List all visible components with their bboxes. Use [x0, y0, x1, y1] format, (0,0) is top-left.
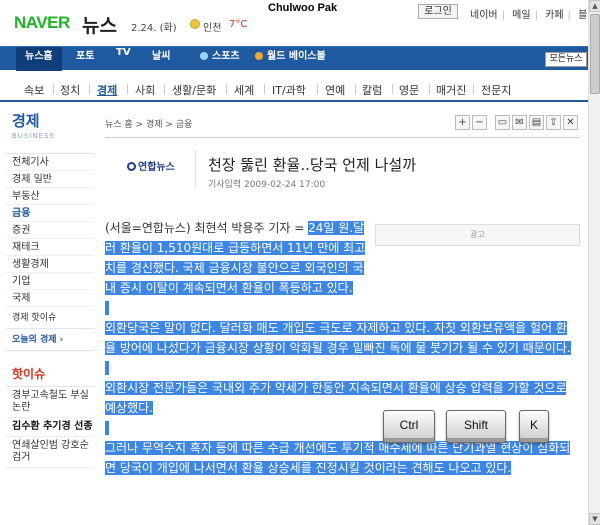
- scroll-down-icon[interactable]: ▼: [589, 513, 600, 525]
- article-byline: (서울=연합뉴스) 최현석 박용주 기자 =: [105, 221, 309, 235]
- article-body[interactable]: (서울=연합뉴스) 최현석 박용주 기자 = 24일 원.달러 환율이 1,51…: [105, 218, 577, 478]
- link-cafe[interactable]: 카페: [545, 10, 563, 21]
- article-paragraph: 그러나 무역수지 흑자 등에 따른 수급 개선에도 투기적 매수세에 따른 단기…: [105, 441, 571, 475]
- close-icon[interactable]: ✕: [563, 115, 578, 130]
- sidebar-today-economy[interactable]: 오늘의 경제 ›: [6, 329, 94, 351]
- category-nav: 속보 정치 경제 사회 생활/문화 세계 IT/과학 연예 칼럼 영문 매거진 …: [0, 74, 588, 102]
- font-decrease-button[interactable]: −: [472, 115, 487, 130]
- cat-lifestyle[interactable]: 생활/문화: [172, 82, 216, 98]
- sports-icon: [200, 52, 208, 60]
- vertical-scrollbar[interactable]: ▲ ▼: [588, 0, 600, 525]
- scroll-up-icon[interactable]: ▲: [589, 0, 600, 12]
- cat-it-science[interactable]: IT/과학: [272, 82, 306, 98]
- breadcrumb[interactable]: 뉴스 홈 > 경제 > 금융: [105, 117, 192, 130]
- weather-city[interactable]: 인천: [203, 19, 221, 34]
- hot-issue-item[interactable]: 경부고속철도 부실 논란: [6, 387, 94, 418]
- sidebar-item-investment[interactable]: 재테크: [6, 239, 94, 256]
- article-headline: 천장 뚫린 환율..당국 언제 나설까: [208, 156, 417, 174]
- sidebar-list: 전체기사 경제 일반 부동산 금융 증권 재테크 생활경제 기업 국제 경제 핫…: [6, 153, 94, 351]
- scroll-thumb[interactable]: [590, 14, 600, 94]
- nav-sports[interactable]: 스포츠: [200, 47, 240, 71]
- nav-tv[interactable]: TV: [116, 47, 131, 71]
- k-key: K: [519, 410, 549, 443]
- sidebar-item-living[interactable]: 생활경제: [6, 256, 94, 273]
- sidebar-item-business[interactable]: 기업: [6, 273, 94, 290]
- link-naver[interactable]: 네이버: [470, 10, 498, 21]
- nav-weather[interactable]: 날씨: [152, 47, 170, 71]
- nav-world-baseball-label: 월드 베이스볼: [267, 51, 326, 62]
- baseball-icon: [255, 52, 263, 60]
- sidebar-item-all[interactable]: 전체기사: [6, 154, 94, 171]
- article-paragraph: 외환당국은 말이 없다. 달러화 매도 개입도 극도로 자제하고 있다. 자칫 …: [105, 321, 571, 355]
- link-blog[interactable]: 블: [578, 10, 587, 21]
- sidebar-subtitle: BUSINESS: [12, 132, 55, 140]
- sidebar-item-finance[interactable]: 금융: [6, 205, 94, 222]
- hot-issue-item[interactable]: 연쇄살인범 강호순 검거: [6, 437, 94, 468]
- cat-society[interactable]: 사회: [135, 82, 155, 98]
- share-icon[interactable]: ⇪: [546, 115, 561, 130]
- cat-column[interactable]: 칼럼: [362, 82, 382, 98]
- cat-world[interactable]: 세계: [234, 82, 254, 98]
- cat-english[interactable]: 영문: [399, 82, 419, 98]
- sidebar-item-international[interactable]: 국제: [6, 290, 94, 307]
- top-bar: NAVER 뉴스 2.24. (화) 인천 7°C Chulwoo Pak 로그…: [0, 0, 588, 42]
- ctrl-key: Ctrl: [383, 410, 435, 443]
- mail-icon[interactable]: ✉: [512, 115, 527, 130]
- shift-key: Shift: [446, 410, 506, 443]
- cat-trade-journal[interactable]: 전문지: [481, 82, 511, 98]
- left-sidebar: 경제 BUSINESS 전체기사 경제 일반 부동산 금융 증권 재테크 생활경…: [6, 110, 94, 468]
- sidebar-item-general[interactable]: 경제 일반: [6, 171, 94, 188]
- cat-breaking[interactable]: 속보: [24, 82, 44, 98]
- cat-magazine[interactable]: 매거진: [436, 82, 466, 98]
- sidebar-hot-issue-link[interactable]: 경제 핫이슈: [6, 307, 94, 329]
- sidebar-item-stocks[interactable]: 증권: [6, 222, 94, 239]
- all-news-button[interactable]: 모든뉴스: [545, 52, 587, 67]
- source-name: 연합뉴스: [138, 162, 175, 173]
- font-increase-button[interactable]: +: [455, 115, 470, 130]
- cat-politics[interactable]: 정치: [60, 82, 80, 98]
- news-section-logo[interactable]: 뉴스: [82, 11, 117, 38]
- nav-world-baseball[interactable]: 월드 베이스볼: [255, 47, 326, 71]
- save-icon[interactable]: ▤: [529, 115, 544, 130]
- hot-issue-title: 핫이슈: [6, 365, 94, 387]
- naver-logo[interactable]: NAVER: [14, 13, 70, 33]
- cat-economy[interactable]: 경제: [97, 82, 117, 98]
- weather-temp: 7°C: [229, 19, 248, 30]
- sun-icon: [190, 19, 200, 29]
- yonhap-logo-icon: [127, 162, 136, 171]
- article-pubdate: 기사입력 2009-02-24 17:00: [208, 180, 326, 190]
- nav-sports-label: 스포츠: [212, 51, 240, 62]
- nav-news-home[interactable]: 뉴스홈: [16, 47, 62, 71]
- print-icon[interactable]: ▭: [495, 115, 510, 130]
- current-date: 2.24. (화): [131, 23, 177, 34]
- section-nav: 뉴스홈 포토 TV 날씨 스포츠 월드 베이스볼: [0, 46, 588, 71]
- sidebar-item-realestate[interactable]: 부동산: [6, 188, 94, 205]
- cat-entertainment[interactable]: 연예: [325, 82, 345, 98]
- source-logo: 연합뉴스: [127, 158, 175, 173]
- link-mail[interactable]: 메일: [512, 10, 530, 21]
- top-links: 네이버 | 메일 | 카페 | 블: [470, 10, 588, 21]
- nav-photo[interactable]: 포토: [76, 47, 94, 71]
- hot-issue-item[interactable]: 김수환 추기경 선종: [6, 418, 94, 437]
- header-divider: [105, 137, 580, 138]
- login-button[interactable]: 로그인: [418, 4, 458, 19]
- sidebar-title: 경제: [12, 112, 40, 130]
- window-username: Chulwoo Pak: [268, 2, 338, 14]
